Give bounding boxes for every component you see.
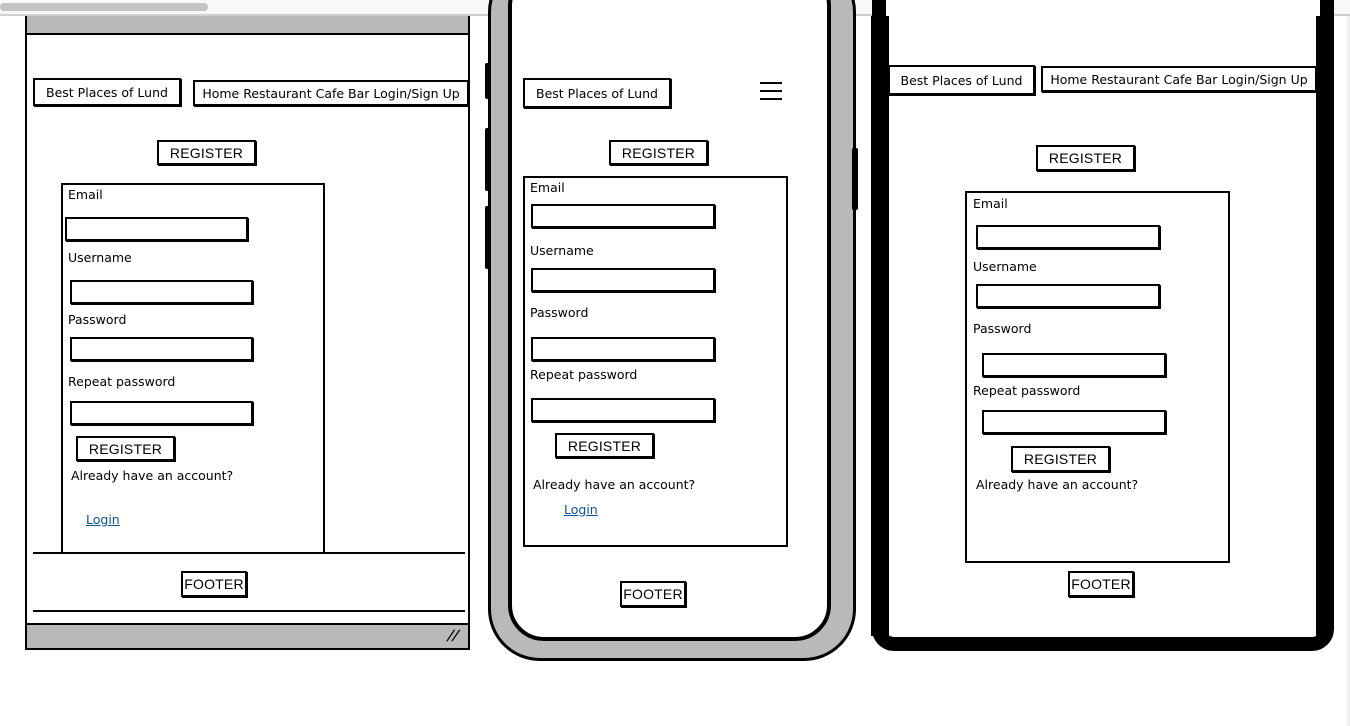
tablet-username-input[interactable] (976, 284, 1160, 308)
phone-side-button-1 (485, 63, 491, 99)
desktop-brand-label: Best Places of Lund (46, 84, 168, 100)
hamburger-icon[interactable] (760, 82, 782, 100)
tablet-password-label: Password (973, 321, 1032, 336)
tablet-repeat-password-input[interactable] (982, 410, 1166, 434)
tablet-username-label: Username (973, 259, 1037, 274)
tablet-bezel-right (1316, 16, 1333, 636)
desktop-register-submit-label: REGISTER (88, 440, 163, 457)
horizontal-scrollbar-thumb[interactable] (0, 3, 208, 11)
mobile-repeat-password-input[interactable] (531, 398, 715, 422)
desktop-register-submit-button[interactable]: REGISTER (76, 436, 175, 461)
desktop-footer: FOOTER (181, 571, 247, 597)
tablet-already-account-text: Already have an account? (976, 477, 1139, 492)
mobile-brand-label: Best Places of Lund (536, 85, 658, 101)
desktop-username-label: Username (68, 250, 132, 265)
mobile-email-input[interactable] (531, 204, 715, 228)
mobile-brand-button[interactable]: Best Places of Lund (523, 78, 671, 108)
desktop-register-heading: REGISTER (157, 140, 256, 165)
tablet-repeat-password-label: Repeat password (973, 383, 1081, 398)
tablet-nav-label: Home Restaurant Cafe Bar Login/Sign Up (1050, 71, 1308, 87)
tablet-register-heading: REGISTER (1036, 145, 1135, 171)
desktop-password-label: Password (68, 312, 127, 327)
phone-power-button (852, 148, 858, 210)
mobile-password-label: Password (530, 305, 589, 320)
mobile-footer: FOOTER (620, 581, 686, 607)
desktop-email-input[interactable] (65, 217, 248, 241)
mobile-footer-text: FOOTER (623, 586, 683, 602)
tablet-footer-text: FOOTER (1071, 576, 1131, 592)
mobile-username-input[interactable] (531, 268, 715, 292)
desktop-footer-bottom-divider (33, 610, 465, 612)
desktop-register-heading-text: REGISTER (169, 144, 244, 161)
phone-side-button-2 (485, 128, 491, 191)
mobile-username-label: Username (530, 243, 594, 258)
tablet-footer: FOOTER (1068, 571, 1134, 597)
desktop-email-label: Email (68, 187, 103, 202)
desktop-login-link[interactable]: Login (86, 512, 120, 527)
desktop-already-account-text: Already have an account? (71, 468, 234, 483)
desktop-nav-label: Home Restaurant Cafe Bar Login/Sign Up (202, 85, 460, 101)
mobile-register-submit-label: REGISTER (567, 437, 642, 454)
mobile-register-heading-text: REGISTER (621, 144, 696, 161)
desktop-repeat-password-input[interactable] (70, 401, 253, 425)
tablet-email-label: Email (973, 196, 1008, 211)
tablet-email-input[interactable] (976, 225, 1160, 249)
desktop-footer-top-divider (33, 552, 465, 554)
mobile-password-input[interactable] (531, 337, 715, 361)
tablet-bezel-left (871, 16, 889, 636)
desktop-browser-statusbar (25, 623, 470, 650)
tablet-register-submit-label: REGISTER (1023, 451, 1098, 467)
tablet-brand-button[interactable]: Best Places of Lund (888, 65, 1035, 95)
desktop-footer-text: FOOTER (184, 576, 244, 592)
tablet-register-heading-text: REGISTER (1048, 150, 1123, 166)
tablet-brand-label: Best Places of Lund (900, 72, 1023, 88)
mobile-already-account-text: Already have an account? (533, 477, 696, 492)
phone-side-button-3 (485, 206, 491, 269)
tablet-password-input[interactable] (982, 353, 1166, 377)
desktop-nav-bar[interactable]: Home Restaurant Cafe Bar Login/Sign Up (193, 80, 469, 106)
mobile-login-link[interactable]: Login (564, 502, 598, 517)
mobile-register-submit-button[interactable]: REGISTER (555, 433, 654, 458)
mobile-email-label: Email (530, 180, 565, 195)
mobile-repeat-password-label: Repeat password (530, 367, 638, 382)
desktop-browser-titlebar (25, 16, 470, 35)
desktop-repeat-password-label: Repeat password (68, 374, 176, 389)
desktop-username-input[interactable] (70, 280, 253, 304)
tablet-nav-bar[interactable]: Home Restaurant Cafe Bar Login/Sign Up (1041, 66, 1317, 92)
tablet-register-submit-button[interactable]: REGISTER (1011, 446, 1110, 472)
desktop-brand-button[interactable]: Best Places of Lund (33, 78, 181, 106)
mobile-register-heading: REGISTER (609, 140, 708, 165)
desktop-password-input[interactable] (70, 337, 253, 361)
